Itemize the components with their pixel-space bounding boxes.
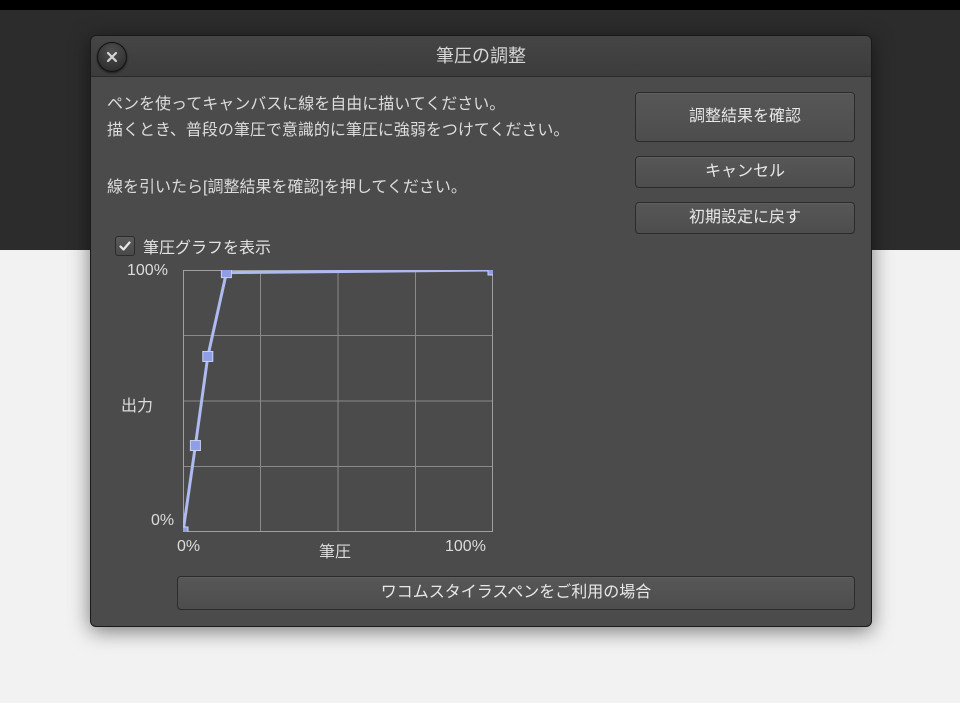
x-axis-min-label: 0% (177, 538, 200, 556)
curve-handle[interactable] (203, 351, 213, 361)
app-dark-band-top (0, 0, 960, 10)
cancel-button[interactable]: キャンセル (635, 156, 855, 188)
y-axis-max-label: 100% (127, 262, 168, 280)
side-buttons: 調整結果を確認 キャンセル 初期設定に戻す (635, 92, 855, 248)
pen-pressure-dialog: 筆圧の調整 ペンを使ってキャンバスに線を自由に描いてください。 描くとき、普段の… (90, 35, 872, 627)
dialog-title: 筆圧の調整 (91, 36, 871, 76)
instruction-line-1b: 描くとき、普段の筆圧で意識的に筆圧に強弱をつけてください。 (107, 118, 607, 144)
checkmark-icon (118, 239, 132, 253)
app-background: 筆圧の調整 ペンを使ってキャンバスに線を自由に描いてください。 描くとき、普段の… (0, 0, 960, 703)
show-graph-label: 筆圧グラフを表示 (143, 234, 271, 258)
show-graph-checkbox-row[interactable]: 筆圧グラフを表示 (115, 234, 271, 258)
curve-handle[interactable] (183, 527, 188, 532)
x-axis-max-label: 100% (445, 538, 486, 556)
curve-handle[interactable] (190, 441, 200, 451)
x-axis-label: 筆圧 (319, 538, 351, 562)
y-axis-label: 出力 (121, 392, 153, 416)
y-axis-min-label: 0% (151, 512, 174, 530)
pressure-graph: 100% 出力 0% 0% 筆圧 100% (107, 262, 507, 576)
dialog-content: ペンを使ってキャンバスに線を自由に描いてください。 描くとき、普段の筆圧で意識的… (107, 86, 855, 610)
show-graph-checkbox[interactable] (115, 236, 135, 256)
instructions: ペンを使ってキャンバスに線を自由に描いてください。 描くとき、普段の筆圧で意識的… (107, 92, 607, 201)
reset-button[interactable]: 初期設定に戻す (635, 202, 855, 234)
pressure-graph-canvas[interactable] (183, 270, 493, 532)
curve-handle[interactable] (221, 270, 231, 278)
instruction-line-2: 線を引いたら[調整結果を確認]を押してください。 (107, 175, 607, 201)
confirm-button[interactable]: 調整結果を確認 (635, 92, 855, 142)
wacom-pen-button[interactable]: ワコムスタイラスペンをご利用の場合 (177, 576, 855, 610)
dialog-titlebar: 筆圧の調整 (91, 36, 871, 77)
curve-handle[interactable] (488, 270, 493, 275)
instruction-line-1a: ペンを使ってキャンバスに線を自由に描いてください。 (107, 92, 607, 118)
